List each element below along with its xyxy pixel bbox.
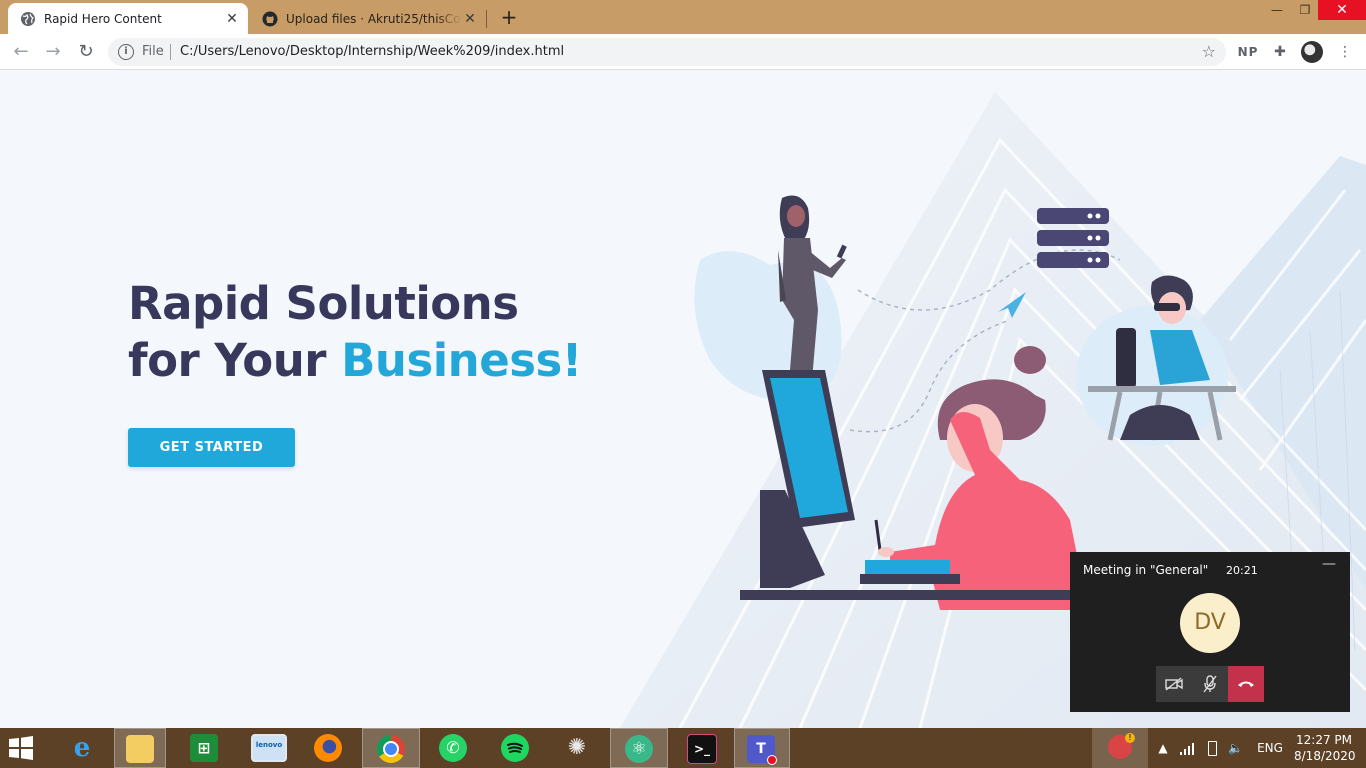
warning-badge-icon: ! xyxy=(1125,733,1135,743)
chrome-center xyxy=(383,741,399,757)
tab-divider xyxy=(486,10,487,28)
chrome-icon xyxy=(377,735,405,763)
browser-toolbar: ← → ↻ i File C:/Users/Lenovo/Desktop/Int… xyxy=(0,34,1366,70)
close-icon[interactable]: ✕ xyxy=(224,11,240,27)
camera-off-icon[interactable] xyxy=(1156,666,1192,702)
menu-dots-icon[interactable]: ⋮ xyxy=(1338,42,1352,62)
hero-title: Rapid Solutions for Your Business! xyxy=(128,275,582,389)
hero-illustration xyxy=(694,195,1236,610)
internet-explorer-icon: e xyxy=(73,733,91,763)
paper-plane-icon xyxy=(998,292,1026,318)
teams-meeting-window[interactable]: Meeting in "General" 20:21 — DV xyxy=(1070,552,1350,712)
hero-title-line2-prefix: for Your xyxy=(128,334,342,387)
get-started-button[interactable]: GET STARTED xyxy=(128,428,295,467)
tab-rapid-hero[interactable]: Rapid Hero Content ✕ xyxy=(8,3,248,34)
spider-web-icon: ✺ xyxy=(567,735,587,760)
terminal-icon: >_ xyxy=(687,734,717,764)
tab-strip: Rapid Hero Content ✕ Upload files · Akru… xyxy=(0,0,1366,34)
language-indicator[interactable]: ENG xyxy=(1256,728,1284,768)
meeting-minimize-icon[interactable]: — xyxy=(1322,556,1336,572)
taskbar-firefox[interactable] xyxy=(307,728,349,768)
spotify-icon xyxy=(501,734,529,762)
info-icon[interactable]: i xyxy=(118,44,134,60)
close-icon[interactable]: ✕ xyxy=(462,11,478,27)
folder-icon xyxy=(126,735,154,763)
taskbar-atom[interactable]: ⚛ xyxy=(610,728,668,768)
back-icon[interactable]: ← xyxy=(11,42,31,62)
github-icon xyxy=(262,11,278,26)
taskbar-store[interactable]: ⊞ xyxy=(183,728,225,768)
taskbar-spotify[interactable] xyxy=(494,728,536,768)
server-stack-icon xyxy=(1037,208,1109,268)
taskbar-lenovo[interactable]: lenovo xyxy=(244,728,290,768)
meeting-title: Meeting in "General" xyxy=(1083,563,1209,577)
new-tab-button[interactable]: + xyxy=(499,6,519,28)
reload-icon[interactable]: ↻ xyxy=(76,42,96,62)
firefox-icon xyxy=(314,734,342,762)
participant-avatar: DV xyxy=(1180,593,1240,653)
bookmark-star-icon[interactable]: ☆ xyxy=(1202,42,1216,61)
tab-title: Upload files · Akruti25/thisCourse xyxy=(286,11,462,26)
forward-icon[interactable]: → xyxy=(43,42,63,62)
teams-notification-dot xyxy=(767,755,777,765)
taskbar-internet-explorer[interactable]: e xyxy=(61,728,103,768)
globe-icon xyxy=(21,11,35,26)
windows-logo-icon xyxy=(9,736,33,760)
start-button[interactable] xyxy=(8,728,44,768)
tray-pinned-app[interactable]: ! xyxy=(1092,728,1148,768)
battery-icon[interactable] xyxy=(1208,728,1220,768)
window-close-button[interactable]: ✕ xyxy=(1318,0,1366,20)
extension-np[interactable]: NP xyxy=(1237,42,1259,62)
show-hidden-icons-icon[interactable]: ▲ xyxy=(1157,728,1169,768)
battery-shape xyxy=(1208,741,1217,756)
atom-icon: ⚛ xyxy=(625,735,653,763)
tab-title: Rapid Hero Content xyxy=(44,11,162,26)
minimize-button[interactable]: — xyxy=(1262,0,1292,20)
url-scheme: File xyxy=(142,44,164,59)
volume-icon[interactable]: 🔈 xyxy=(1228,728,1244,768)
restore-button[interactable]: ❐ xyxy=(1290,0,1320,20)
store-icon: ⊞ xyxy=(190,734,218,762)
address-bar[interactable]: i File C:/Users/Lenovo/Desktop/Internshi… xyxy=(108,38,1226,66)
hero-title-accent: Business! xyxy=(341,334,582,387)
profile-avatar[interactable] xyxy=(1301,41,1323,63)
taskbar-file-explorer[interactable] xyxy=(114,728,166,768)
hang-up-icon[interactable] xyxy=(1228,666,1264,702)
clock-date: 8/18/2020 xyxy=(1294,749,1356,763)
hero-title-line1: Rapid Solutions xyxy=(128,277,519,330)
clock-time: 12:27 PM xyxy=(1296,733,1352,747)
taskbar-web-app[interactable]: ✺ xyxy=(556,728,598,768)
tab-github-upload[interactable]: Upload files · Akruti25/thisCourse ✕ xyxy=(250,3,486,34)
windows-taskbar: e ⊞ lenovo ✆ ✺ ⚛ >_ T ! ▲ 🔈 ENG 12:27 PM… xyxy=(0,728,1366,768)
whatsapp-icon: ✆ xyxy=(439,734,467,762)
extensions-puzzle-icon[interactable]: ✚ xyxy=(1271,42,1289,62)
url-text[interactable]: C:/Users/Lenovo/Desktop/Internship/Week%… xyxy=(180,44,564,59)
network-signal-icon[interactable] xyxy=(1180,728,1196,768)
system-clock[interactable]: 12:27 PM 8/18/2020 xyxy=(1294,732,1356,764)
taskbar-whatsapp[interactable]: ✆ xyxy=(432,728,474,768)
mic-muted-icon[interactable] xyxy=(1192,666,1228,702)
taskbar-teams[interactable]: T xyxy=(734,728,790,768)
taskbar-chrome[interactable] xyxy=(362,728,420,768)
taskbar-terminal[interactable]: >_ xyxy=(680,728,722,768)
meeting-timer: 20:21 xyxy=(1226,564,1258,577)
lenovo-monitor-icon: lenovo xyxy=(251,734,287,762)
omnibox-divider xyxy=(170,44,171,60)
